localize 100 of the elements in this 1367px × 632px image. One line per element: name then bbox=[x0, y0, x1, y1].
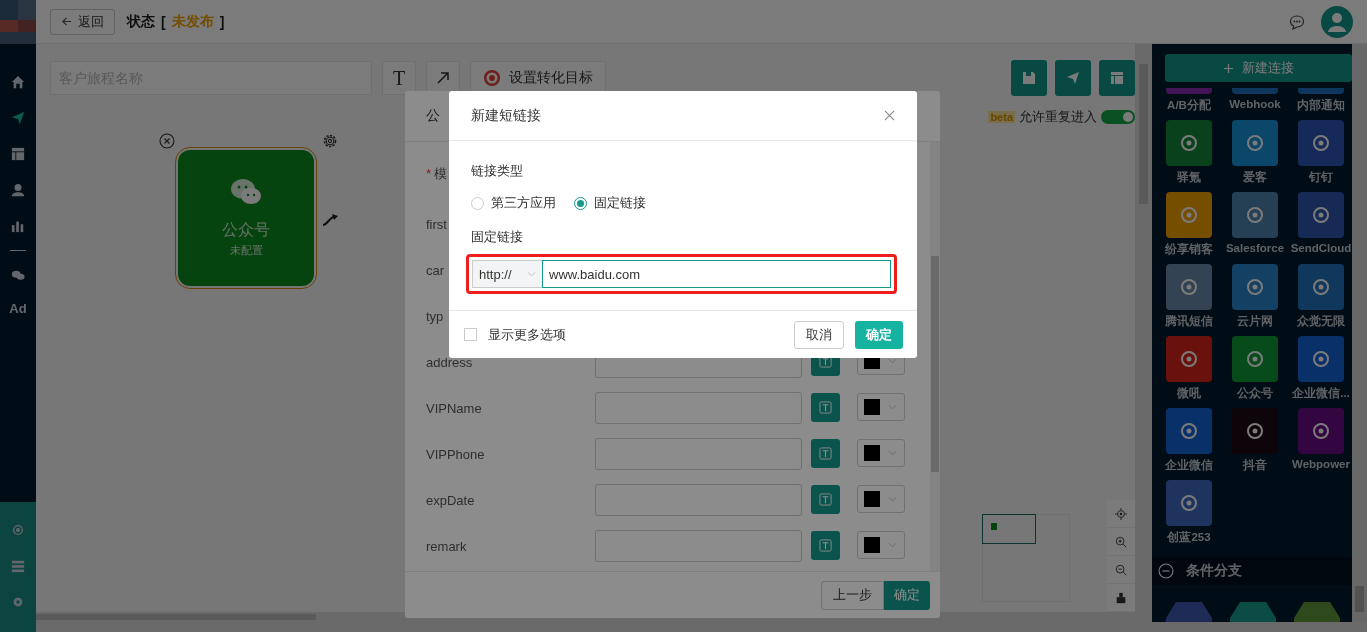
app-tile[interactable] bbox=[1166, 264, 1212, 310]
app-tile[interactable] bbox=[1166, 408, 1212, 454]
close-icon[interactable] bbox=[884, 110, 895, 121]
color-select[interactable] bbox=[857, 531, 905, 559]
app-tile[interactable] bbox=[1298, 120, 1344, 166]
input-field[interactable] bbox=[595, 530, 802, 562]
wechat-icon bbox=[230, 178, 262, 206]
collapse-icon[interactable] bbox=[1158, 563, 1174, 579]
send-icon[interactable] bbox=[11, 111, 25, 125]
app-tile[interactable] bbox=[1232, 120, 1278, 166]
app-tile[interactable] bbox=[1232, 408, 1278, 454]
previous-step-button[interactable]: 上一步 bbox=[821, 580, 884, 610]
app-icon bbox=[1245, 277, 1265, 297]
app-tile[interactable] bbox=[1232, 88, 1278, 94]
radio-option[interactable]: 第三方应用 bbox=[471, 194, 556, 212]
input-field[interactable] bbox=[595, 438, 802, 470]
text-tool-button[interactable]: T bbox=[382, 61, 416, 95]
send-button[interactable] bbox=[1055, 60, 1091, 96]
field-label: first bbox=[426, 216, 447, 234]
text-icon bbox=[819, 447, 832, 460]
app-label: 公众号 bbox=[1237, 386, 1273, 401]
locate-button[interactable] bbox=[1107, 500, 1135, 528]
wechat-node[interactable]: 公众号 未配置 bbox=[178, 150, 314, 286]
target-icon[interactable] bbox=[11, 523, 25, 537]
text-icon bbox=[819, 493, 832, 506]
new-connection-button[interactable]: 新建连接 bbox=[1165, 54, 1352, 82]
protocol-select[interactable]: http:// bbox=[472, 260, 542, 288]
app-label: Webpower bbox=[1292, 458, 1350, 470]
connector-icon[interactable] bbox=[322, 214, 338, 226]
app-tile[interactable] bbox=[1232, 336, 1278, 382]
back-button[interactable]: 返回 bbox=[50, 8, 115, 35]
avatar-icon[interactable] bbox=[1321, 5, 1353, 38]
field-label: expDate bbox=[426, 492, 475, 510]
node-status: 未配置 bbox=[229, 243, 263, 258]
close-icon[interactable] bbox=[159, 133, 175, 149]
app-tile[interactable] bbox=[1232, 192, 1278, 238]
wechat-icon[interactable] bbox=[11, 268, 25, 282]
confirm-button[interactable]: 确定 bbox=[884, 580, 930, 610]
app-tile[interactable] bbox=[1166, 480, 1212, 526]
bracket: [ bbox=[161, 13, 166, 30]
app-tile[interactable] bbox=[1232, 264, 1278, 310]
confirm-button[interactable]: 确定 bbox=[855, 320, 903, 349]
settings-icon[interactable] bbox=[11, 595, 25, 609]
chevron-icon bbox=[888, 496, 897, 502]
required-mark: * bbox=[426, 165, 432, 183]
nav-item[interactable]: Ad bbox=[9, 301, 27, 316]
app-label: 内部通知 bbox=[1297, 98, 1345, 113]
home-icon[interactable] bbox=[11, 75, 25, 89]
app-label: 企业微信... bbox=[1292, 386, 1350, 401]
panel-scrollbar[interactable] bbox=[1352, 44, 1367, 622]
radio-option[interactable]: 固定链接 bbox=[574, 194, 646, 212]
app-icon bbox=[1245, 421, 1265, 441]
minimap[interactable] bbox=[982, 514, 1070, 602]
section-header[interactable]: 条件分支 bbox=[1152, 557, 1352, 585]
layout-button[interactable] bbox=[1099, 60, 1135, 96]
chart-icon[interactable] bbox=[11, 219, 25, 233]
app-tile[interactable] bbox=[1166, 192, 1212, 238]
cancel-button[interactable]: 取消 bbox=[794, 320, 844, 349]
more-options-checkbox[interactable]: 显示更多选项 bbox=[464, 325, 566, 344]
app-icon bbox=[1245, 133, 1265, 153]
layout-icon[interactable] bbox=[11, 147, 25, 161]
app-icon bbox=[1311, 205, 1331, 225]
field-label: VIPName bbox=[426, 400, 482, 418]
color-select[interactable] bbox=[857, 439, 905, 467]
send-icon bbox=[1066, 71, 1080, 85]
minimap-viewport[interactable] bbox=[982, 514, 1036, 544]
modal-scrollbar[interactable] bbox=[930, 142, 940, 571]
color-select[interactable] bbox=[857, 393, 905, 421]
app-label: SendCloud bbox=[1290, 242, 1352, 254]
input-field[interactable] bbox=[595, 392, 802, 424]
color-select[interactable] bbox=[857, 485, 905, 513]
app-tile[interactable] bbox=[1298, 192, 1344, 238]
chevron-icon bbox=[888, 542, 897, 548]
save-button[interactable] bbox=[1011, 60, 1047, 96]
list-icon[interactable] bbox=[11, 559, 25, 573]
vertical-scrollbar[interactable] bbox=[1135, 44, 1152, 622]
beta-badge: beta bbox=[988, 111, 1015, 123]
layout-icon bbox=[1110, 71, 1124, 85]
field-label: typ bbox=[426, 308, 444, 326]
app-tile[interactable] bbox=[1298, 408, 1344, 454]
url-input-field[interactable]: www.baidu.com bbox=[542, 260, 891, 288]
app-label: 爱客 bbox=[1243, 170, 1267, 185]
chat-icon[interactable] bbox=[1289, 13, 1305, 30]
reentry-toggle[interactable] bbox=[1101, 110, 1135, 124]
app-tile[interactable] bbox=[1166, 88, 1212, 94]
app-icon bbox=[1311, 277, 1331, 297]
app-tile[interactable] bbox=[1298, 336, 1344, 382]
app-tile[interactable] bbox=[1298, 88, 1344, 94]
locate-icon bbox=[1115, 507, 1127, 520]
settings-icon[interactable] bbox=[322, 133, 338, 149]
reentry-label: 允许重复进入 bbox=[1019, 108, 1097, 126]
app-tile[interactable] bbox=[1166, 336, 1212, 382]
app-icon bbox=[1179, 205, 1199, 225]
user-icon[interactable] bbox=[11, 183, 25, 197]
app-label: 抖音 bbox=[1243, 458, 1267, 473]
checkbox[interactable] bbox=[464, 328, 477, 341]
zoom-in-icon bbox=[1115, 535, 1127, 548]
input-field[interactable] bbox=[595, 484, 802, 516]
app-tile[interactable] bbox=[1298, 264, 1344, 310]
app-tile[interactable] bbox=[1166, 120, 1212, 166]
